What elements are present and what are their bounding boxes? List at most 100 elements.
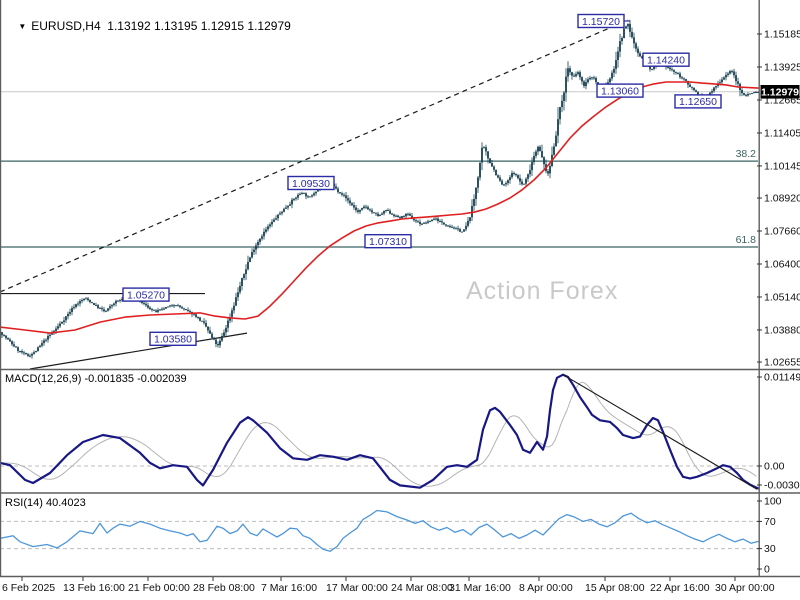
- candle-body: [271, 221, 273, 225]
- candle-body: [69, 312, 71, 314]
- candle-body: [461, 231, 463, 233]
- candle-body: [577, 72, 579, 75]
- price-level-label[interactable]: 1.12650: [674, 94, 722, 109]
- candle-body: [683, 78, 685, 80]
- candle-body: [583, 81, 585, 86]
- candle-body: [205, 322, 207, 327]
- candle-body: [207, 326, 209, 331]
- candle-body: [509, 177, 511, 181]
- candle-body: [585, 82, 587, 86]
- price-level-label[interactable]: 1.15720: [577, 13, 630, 29]
- candle-body: [407, 213, 409, 215]
- time-axis[interactable]: 6 Feb 2025 13 Feb 16:00 21 Feb 00:00 28 Feb…: [2, 577, 775, 594]
- macd-tick-label: 0.011498: [764, 372, 800, 384]
- candle-body: [83, 298, 85, 300]
- price-level-label[interactable]: 1.13060: [596, 83, 644, 98]
- candle-body: [225, 327, 227, 333]
- candle-body: [377, 213, 379, 216]
- candle-body: [557, 119, 559, 136]
- candle-body: [711, 91, 713, 93]
- macd-pane[interactable]: [0, 370, 759, 492]
- candle-body: [569, 68, 571, 73]
- candle-body: [587, 79, 589, 83]
- candle-body: [719, 82, 721, 84]
- candle-body: [305, 193, 307, 197]
- candle-body: [499, 177, 501, 181]
- candle-body: [45, 339, 47, 341]
- time-tick-label: 28 Feb 08:00: [193, 582, 255, 594]
- candle-body: [483, 147, 485, 149]
- candle-body: [165, 307, 167, 309]
- candle-body: [89, 300, 91, 303]
- rsi-tick-label: 100: [764, 496, 782, 508]
- candle-body: [197, 316, 199, 318]
- candle-body: [49, 334, 51, 336]
- candle-body: [347, 198, 349, 201]
- candle-body: [361, 208, 363, 210]
- candle-body: [447, 225, 449, 227]
- candle-body: [169, 305, 171, 307]
- candle-body: [367, 207, 369, 210]
- candle-body: [723, 77, 725, 80]
- candle-body: [651, 68, 653, 70]
- candle-body: [741, 90, 743, 94]
- candle-body: [621, 38, 623, 42]
- candle-body: [71, 308, 73, 312]
- candle-body: [193, 314, 195, 316]
- candle-body: [9, 339, 11, 342]
- candle-body: [501, 180, 503, 185]
- price-tick-label: 1.08920: [764, 193, 800, 205]
- candle-body: [747, 94, 749, 96]
- rsi-pane[interactable]: [0, 494, 759, 576]
- time-tick-label: 24 Mar 08:00: [391, 582, 453, 594]
- candle-body: [85, 298, 87, 300]
- candle-body: [343, 194, 345, 196]
- candle-body: [475, 187, 477, 199]
- symbol-dropdown-icon[interactable]: ▼: [18, 22, 26, 31]
- candle-body: [629, 23, 631, 32]
- candle-body: [255, 245, 257, 250]
- price-level-label[interactable]: 1.07310: [364, 233, 412, 249]
- candle-body: [695, 90, 697, 92]
- candle-body: [479, 162, 481, 178]
- candle-body: [181, 307, 183, 309]
- candle-body: [101, 308, 103, 310]
- price-level-label[interactable]: 1.09530: [287, 175, 335, 191]
- candle-body: [579, 72, 581, 78]
- candle-body: [113, 303, 115, 306]
- candle-body: [465, 225, 467, 230]
- candle-body: [525, 178, 527, 184]
- candle-body: [237, 292, 239, 298]
- candle-body: [623, 28, 625, 38]
- candle-body: [609, 78, 611, 83]
- candle-body: [353, 205, 355, 208]
- candle-body: [679, 73, 681, 78]
- candle-body: [727, 73, 729, 75]
- candle-body: [513, 173, 515, 174]
- candle-body: [611, 72, 613, 79]
- price-level-label[interactable]: 1.03580: [149, 331, 197, 346]
- candle-body: [67, 313, 69, 317]
- candle-body: [381, 213, 383, 215]
- candle-body: [153, 309, 155, 311]
- price-level-label[interactable]: 1.14240: [642, 52, 690, 67]
- price-tick-label: 1.13925: [764, 61, 800, 73]
- candle-body: [27, 354, 29, 357]
- candle-body: [511, 173, 513, 178]
- candle-body: [529, 170, 531, 175]
- svg-text:1.05270: 1.05270: [127, 289, 165, 301]
- time-tick-label: 21 Feb 00:00: [128, 582, 190, 594]
- candle-body: [365, 206, 367, 208]
- candle-body: [15, 346, 17, 348]
- candle-body: [635, 43, 637, 49]
- candle-body: [639, 53, 641, 57]
- candle-body: [721, 79, 723, 83]
- time-tick-label: 15 Apr 08:00: [585, 582, 645, 594]
- candle-body: [441, 221, 443, 223]
- price-level-label[interactable]: 1.05270: [122, 287, 170, 302]
- chart-title-bar: ▼ EURUSD,H4 1.13192 1.13195 1.12915 1.129…: [5, 5, 290, 47]
- candle-body: [107, 308, 109, 311]
- candle-body: [313, 193, 315, 196]
- candle-body: [481, 147, 483, 163]
- candle-body: [463, 229, 465, 232]
